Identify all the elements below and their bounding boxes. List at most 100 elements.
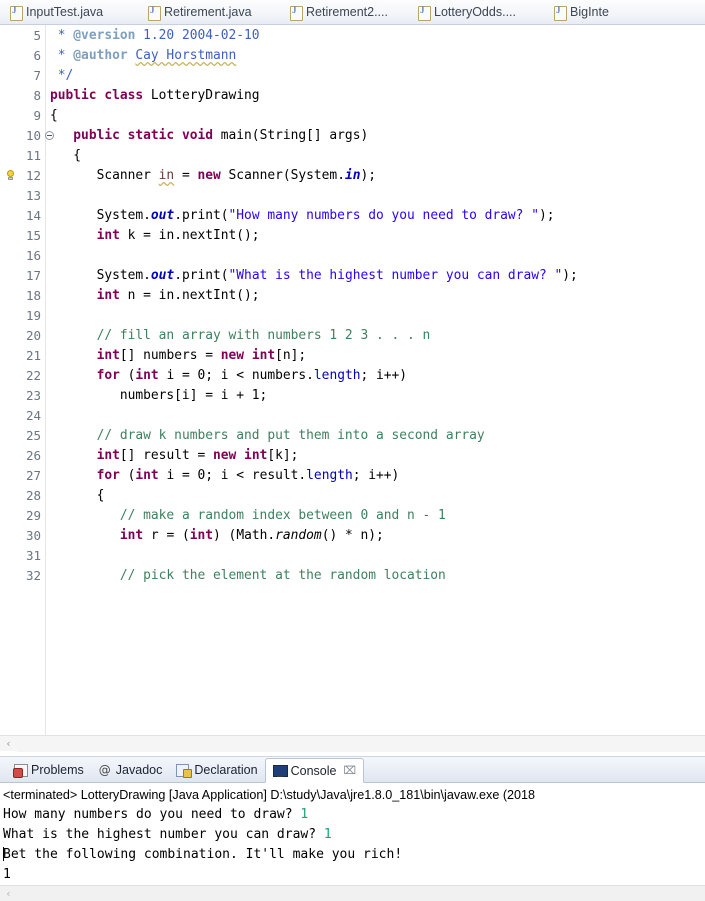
console-icon (272, 764, 288, 778)
editor-tab-lotteryodds[interactable]: LotteryOdds.... (412, 0, 548, 24)
code-token: () * n); (321, 528, 384, 543)
console-horizontal-scrollbar[interactable]: ‹ (0, 885, 705, 901)
code-token: { (50, 148, 82, 163)
code-token: .print( (174, 208, 229, 223)
editor-tab-retirement-java[interactable]: Retirement.java (142, 0, 284, 24)
line-number: 11 (25, 148, 41, 163)
code-line[interactable]: */ (46, 66, 705, 86)
view-tab-label: Javadoc (115, 762, 163, 777)
code-line[interactable]: * @version 1.20 2004-02-10 (46, 26, 705, 46)
code-line[interactable]: { (46, 106, 705, 126)
code-token: LotteryDrawing (143, 88, 260, 103)
code-line[interactable]: { (46, 146, 705, 166)
warning-marker-icon[interactable] (5, 170, 17, 182)
code-line[interactable]: * @author Cay Horstmann (46, 46, 705, 66)
line-number: 12 (0, 166, 45, 186)
editor-horizontal-scrollbar[interactable]: ‹ (0, 735, 705, 752)
code-line[interactable] (46, 406, 705, 426)
code-line[interactable]: int n = in.nextInt(); (46, 286, 705, 306)
code-token: ; i++) (352, 468, 400, 483)
view-tab-problems[interactable]: Problems (6, 757, 91, 782)
code-token: = (174, 168, 198, 183)
line-number: 25 (25, 428, 41, 443)
view-tab-javadoc[interactable]: @ Javadoc (91, 757, 170, 782)
line-number: 23 (25, 388, 41, 403)
code-token: main(String[] args) (213, 128, 369, 143)
code-editor[interactable]: 5 6 7 8 9 10 11 12 13 14 15 16 17 18 19 20 21 22 23 24 25 26 2… (0, 25, 705, 735)
console-output[interactable]: <terminated> LotteryDrawing [Java Applic… (0, 783, 705, 885)
code-token: i = 0; i < result. (158, 468, 307, 483)
editor-tab-inputtest-java[interactable]: InputTest.java (4, 0, 142, 24)
code-line[interactable] (46, 186, 705, 206)
code-line[interactable] (46, 306, 705, 326)
editor-tab-retirement2[interactable]: Retirement2.... (284, 0, 412, 24)
code-line[interactable]: numbers[i] = i + 1; (46, 386, 705, 406)
code-line[interactable]: int k = in.nextInt(); (46, 226, 705, 246)
view-tab-declaration[interactable]: Declaration (169, 757, 264, 782)
editor-gutter[interactable]: 5 6 7 8 9 10 11 12 13 14 15 16 17 18 19 20 21 22 23 24 25 26 2… (0, 25, 54, 735)
scrollbar-track[interactable] (17, 735, 705, 752)
code-token: int (96, 288, 120, 303)
code-token: @author (73, 48, 128, 63)
code-token: Scanner(System. (220, 168, 345, 183)
code-line[interactable]: public static void main(String[] args) (46, 126, 705, 146)
line-number: 19 (25, 308, 41, 323)
code-line[interactable]: int[] result = new int[k]; (46, 446, 705, 466)
code-line[interactable]: // make a random index between 0 and n -… (46, 506, 705, 526)
line-number: 10 (0, 126, 54, 146)
code-line[interactable]: for (int i = 0; i < result.length; i++) (46, 466, 705, 486)
code-token: // draw k numbers and put them into a se… (96, 428, 485, 443)
code-line[interactable]: // fill an array with numbers 1 2 3 . . … (46, 326, 705, 346)
code-token: "How many numbers do you need to draw? " (228, 208, 539, 223)
code-line[interactable] (46, 246, 705, 266)
code-line[interactable]: public class LotteryDrawing (46, 86, 705, 106)
editor-tab-label: Retirement.java (164, 5, 252, 19)
code-token: new int (220, 348, 276, 363)
code-line[interactable]: System.out.print("What is the highest nu… (46, 266, 705, 286)
code-token: public class (50, 88, 144, 103)
scrollbar-track[interactable] (17, 886, 705, 901)
code-token: ); (562, 268, 578, 283)
code-token: [n]; (275, 348, 307, 363)
view-tab-label: Declaration (194, 762, 258, 777)
line-number: 16 (25, 248, 41, 263)
view-tab-console[interactable]: Console ⌧ (264, 758, 365, 783)
code-token: new (197, 168, 221, 183)
code-line[interactable]: // draw k numbers and put them into a se… (46, 426, 705, 446)
scroll-left-icon[interactable]: ‹ (0, 886, 17, 901)
code-token: * (50, 48, 74, 63)
code-line[interactable] (46, 546, 705, 566)
line-number: 26 (25, 448, 41, 463)
editor-tab-label: LotteryOdds.... (434, 5, 516, 19)
editor-tab-biginte[interactable]: BigInte (548, 0, 648, 24)
code-token: "What is the highest number you can draw… (228, 268, 563, 283)
bulb-shape (7, 170, 14, 177)
console-user-input: 1 (323, 827, 332, 842)
code-line[interactable]: for (int i = 0; i < numbers.length; i++) (46, 366, 705, 386)
code-line[interactable]: int r = (int) (Math.random() * n); (46, 526, 705, 546)
code-token: i = 0; i < numbers. (158, 368, 314, 383)
line-number: 6 (33, 48, 41, 63)
code-line[interactable]: { (46, 486, 705, 506)
code-token: @version (73, 28, 136, 43)
code-line[interactable]: System.out.print("How many numbers do yo… (46, 206, 705, 226)
code-line[interactable]: Scanner in = new Scanner(System.in); (46, 166, 705, 186)
scroll-left-icon[interactable]: ‹ (0, 736, 17, 752)
code-content[interactable]: * @version 1.20 2004-02-10 * @author Cay… (46, 25, 705, 735)
close-icon[interactable]: ⌧ (343, 764, 356, 777)
console-user-input: 1 (300, 807, 309, 822)
declaration-icon (176, 763, 193, 778)
code-line[interactable]: // pick the element at the random locati… (46, 566, 705, 586)
code-line[interactable]: int[] numbers = new int[n]; (46, 346, 705, 366)
console-line: What is the highest number you can draw?… (3, 825, 705, 845)
code-token: ( (119, 468, 136, 483)
code-token: int (135, 368, 159, 383)
